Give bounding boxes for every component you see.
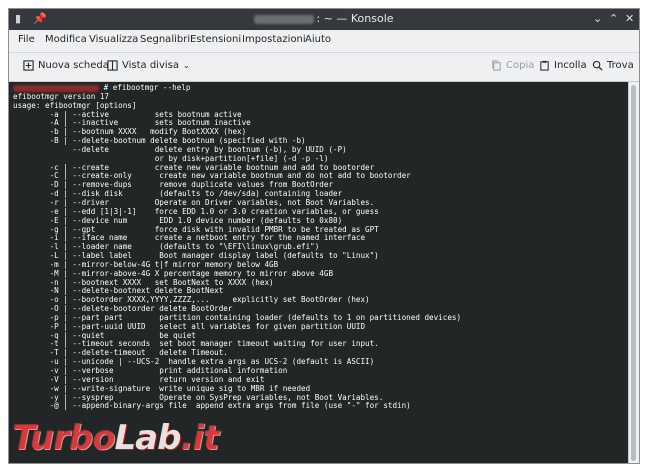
title-bar: ▮ 📌 : ~ — Konsole ⌄ ⌃ ✕ bbox=[9, 9, 639, 30]
chevron-down-icon: ⌄ bbox=[183, 61, 190, 70]
toolbar: Nuova scheda Vista divisa ⌄ Copia Incoll… bbox=[9, 53, 639, 82]
scrollbar-thumb[interactable] bbox=[631, 85, 636, 461]
menu-visualizza[interactable]: Visualizza bbox=[89, 34, 138, 45]
new-tab-icon bbox=[23, 60, 34, 71]
title-redacted bbox=[254, 14, 315, 24]
terminal-output: # efibootmgr --help efibootmgr version 1… bbox=[13, 83, 462, 411]
search-icon bbox=[592, 60, 603, 71]
menu-bar: File Modifica Visualizza Segnalibri Este… bbox=[9, 30, 639, 53]
paste-button[interactable]: Incolla bbox=[539, 60, 587, 71]
terminal-help-text: efibootmgr version 17 usage: efibootmgr … bbox=[13, 91, 462, 411]
menu-modifica[interactable]: Modifica bbox=[45, 34, 87, 45]
menu-segnalibri[interactable]: Segnalibri bbox=[140, 34, 190, 45]
new-tab-button[interactable]: Nuova scheda bbox=[23, 60, 109, 71]
menu-estensioni[interactable]: Estensioni bbox=[190, 34, 241, 45]
terminal-command: # efibootmgr --help bbox=[103, 83, 191, 92]
split-view-icon bbox=[107, 60, 118, 71]
prompt-redacted bbox=[13, 84, 99, 92]
window-title: : ~ — Konsole bbox=[9, 12, 639, 25]
copy-button[interactable]: Copia bbox=[491, 60, 534, 71]
menu-aiuto[interactable]: Aiuto bbox=[305, 34, 331, 45]
find-button[interactable]: Trova bbox=[592, 60, 634, 71]
menu-file[interactable]: File bbox=[18, 34, 35, 45]
paste-icon bbox=[540, 60, 549, 71]
close-icon[interactable]: ✕ bbox=[625, 12, 634, 25]
split-view-button[interactable]: Vista divisa ⌄ bbox=[107, 60, 190, 71]
copy-icon bbox=[492, 60, 501, 71]
konsole-window: ▮ 📌 : ~ — Konsole ⌄ ⌃ ✕ File Modifica Vi… bbox=[8, 8, 640, 464]
maximize-icon[interactable]: ⌃ bbox=[609, 12, 618, 25]
terminal-scrollbar[interactable] bbox=[628, 82, 639, 463]
menu-impostazioni[interactable]: Impostazioni bbox=[242, 34, 306, 45]
terminal-area[interactable]: # efibootmgr --help efibootmgr version 1… bbox=[9, 82, 631, 463]
minimize-icon[interactable]: ⌄ bbox=[593, 12, 602, 25]
